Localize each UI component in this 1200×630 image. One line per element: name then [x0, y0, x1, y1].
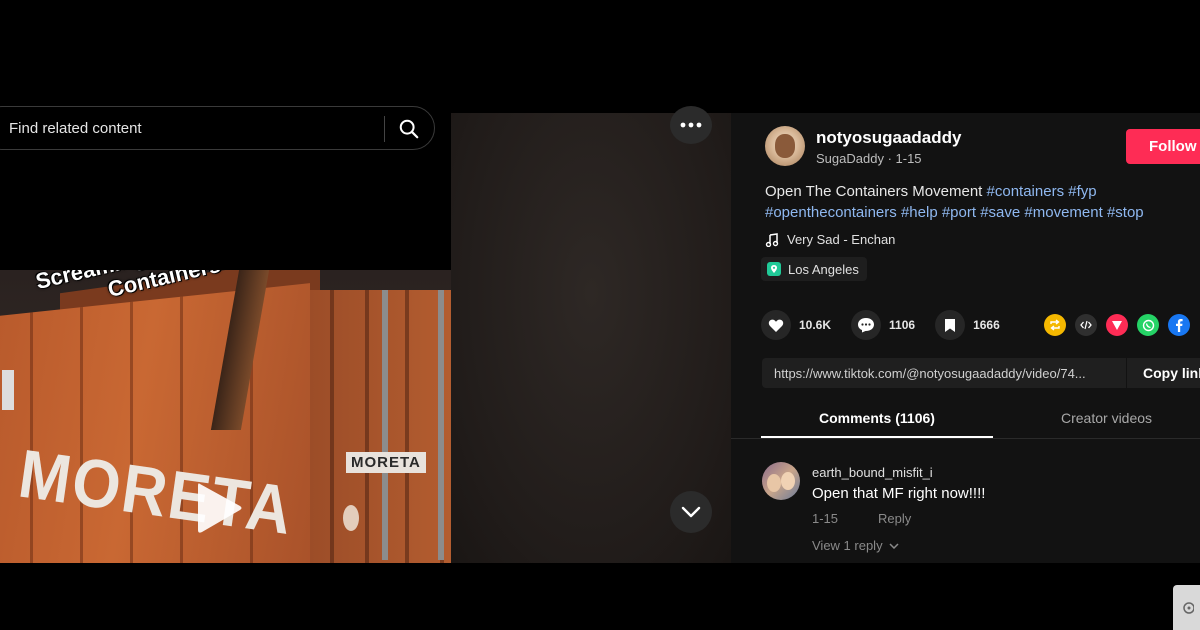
save-count: 1666 — [973, 318, 1000, 332]
help-icon — [1182, 601, 1194, 614]
hashtag[interactable]: #containers — [987, 183, 1065, 200]
search-input[interactable]: Find related content — [9, 120, 142, 137]
author-avatar[interactable] — [765, 126, 805, 166]
comment-icon — [851, 310, 882, 340]
commenter-avatar[interactable] — [762, 462, 800, 500]
video-player[interactable] — [451, 106, 731, 563]
container-right — [310, 290, 451, 563]
author-subline: SugaDaddy · 1-15 — [816, 151, 922, 166]
music-note-icon — [765, 232, 779, 247]
location-tag[interactable]: Los Angeles — [761, 257, 867, 281]
door-bar — [382, 290, 388, 560]
hashtag[interactable]: #stop — [1107, 204, 1144, 221]
hashtag[interactable]: #fyp — [1068, 183, 1096, 200]
tab-comments[interactable]: Comments (1106) — [819, 410, 935, 426]
container-label-small: MORETA — [346, 452, 426, 473]
hashtag[interactable]: #openthecontainers — [765, 204, 897, 221]
container-sticker — [2, 370, 14, 410]
search-button[interactable] — [395, 115, 423, 143]
share-options — [1044, 314, 1190, 336]
view-replies-button[interactable]: View 1 reply — [812, 538, 899, 553]
like-count: 10.6K — [799, 318, 832, 332]
whatsapp-icon[interactable] — [1137, 314, 1159, 336]
send-icon[interactable] — [1106, 314, 1128, 336]
engagement-actions: 10.6K 1106 1666 — [761, 310, 1020, 340]
search-bar[interactable]: Find related content — [0, 106, 435, 150]
more-options-button[interactable] — [670, 106, 712, 144]
chevron-down-icon — [681, 506, 701, 518]
comment-date: 1-15 — [812, 511, 839, 526]
video-link-box: https://www.tiktok.com/@notyosugaadaddy/… — [762, 358, 1200, 388]
video-info-panel: notyosugaadaddy SugaDaddy · 1-15 Follow … — [731, 113, 1200, 563]
bookmark-icon — [935, 310, 966, 340]
hashtag[interactable]: #movement — [1024, 204, 1102, 221]
music-link[interactable]: Very Sad - Enchan — [765, 232, 895, 247]
post-date: 1-15 — [895, 151, 922, 166]
play-icon[interactable] — [194, 478, 244, 538]
video-caption: Open The Containers Movement #containers… — [765, 181, 1200, 223]
facebook-icon[interactable] — [1168, 314, 1190, 336]
search-divider — [384, 116, 385, 142]
next-video-button[interactable] — [670, 491, 712, 533]
follow-button[interactable]: Follow — [1126, 129, 1200, 164]
video-url[interactable]: https://www.tiktok.com/@notyosugaadaddy/… — [774, 366, 1126, 381]
help-widget[interactable] — [1173, 585, 1200, 630]
search-icon — [399, 119, 419, 139]
url-divider — [1126, 358, 1127, 388]
comment-tabs: Comments (1106) Creator videos — [731, 403, 1200, 439]
like-button[interactable]: 10.6K — [761, 310, 831, 340]
location-name: Los Angeles — [788, 261, 859, 277]
view-replies-label: View 1 reply — [812, 538, 883, 553]
caption-text: Open The Containers Movement — [765, 183, 983, 200]
hashtag[interactable]: #save — [980, 204, 1020, 221]
music-title: Very Sad - Enchan — [787, 232, 896, 247]
hashtag[interactable]: #port — [942, 204, 976, 221]
comment-button[interactable]: 1106 — [851, 310, 915, 340]
chevron-down-icon — [889, 542, 899, 549]
comment-text: Open that MF right now!!!! — [812, 485, 986, 502]
comment-count: 1106 — [889, 318, 916, 332]
save-button[interactable]: 1666 — [935, 310, 1000, 340]
subline-separator: · — [883, 151, 896, 166]
author-username[interactable]: notyosugaadaddy — [816, 128, 961, 148]
repost-icon[interactable] — [1044, 314, 1066, 336]
copy-link-button[interactable]: Copy link — [1143, 365, 1200, 381]
location-pin-icon — [767, 262, 781, 276]
author-nickname: SugaDaddy — [816, 151, 884, 166]
embed-icon[interactable] — [1075, 314, 1097, 336]
tab-creator-videos[interactable]: Creator videos — [1061, 410, 1152, 426]
more-horizontal-icon — [680, 122, 702, 128]
commenter-username[interactable]: earth_bound_misfit_i — [812, 465, 933, 480]
door-bar — [438, 290, 444, 560]
active-tab-indicator — [761, 436, 993, 438]
heart-icon — [761, 310, 791, 340]
hashtag[interactable]: #help — [901, 204, 938, 221]
container-mark — [343, 505, 359, 531]
video-thumbnail[interactable]: MORETA MORETA Screaming Heard In The Con… — [0, 270, 451, 563]
reply-button[interactable]: Reply — [878, 511, 911, 526]
